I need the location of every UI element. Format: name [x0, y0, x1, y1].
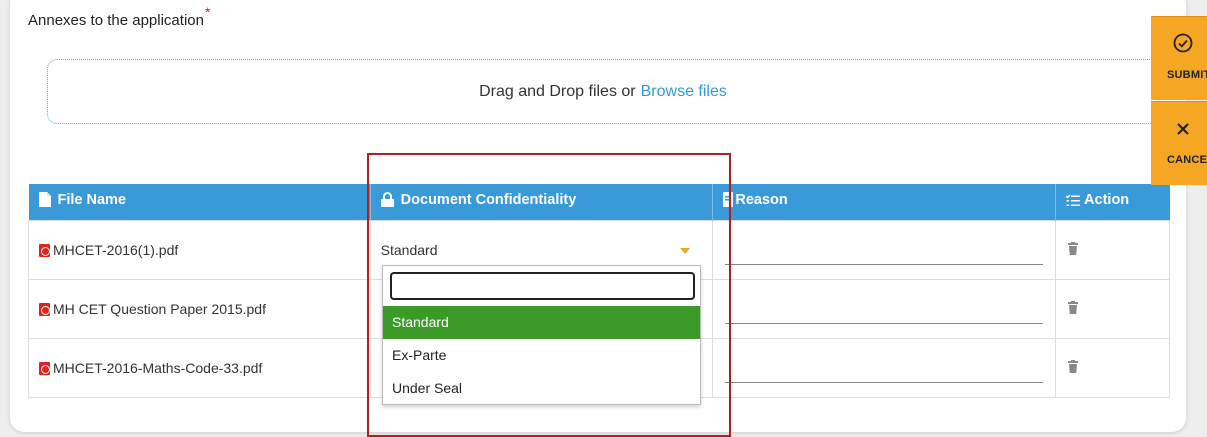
- chevron-down-icon: [680, 247, 691, 254]
- file-name: MHCET-2016(1).pdf: [53, 241, 179, 258]
- cancel-label: CANCEL: [1167, 154, 1207, 166]
- action-cell: [1055, 278, 1170, 339]
- table-header-row: File Name Document Confidentiality Reaso…: [28, 184, 1170, 220]
- reason-cell: [712, 219, 1057, 280]
- dropdown-search-input[interactable]: [390, 272, 695, 300]
- lock-icon: [380, 192, 394, 211]
- file-name: MH CET Question Paper 2015.pdf: [53, 300, 266, 317]
- pdf-icon: [39, 243, 50, 257]
- reason-input[interactable]: [725, 235, 1044, 265]
- confidentiality-dropdown: Standard Ex-Parte Under Seal: [382, 265, 701, 405]
- confidentiality-value: Standard: [380, 241, 438, 258]
- header-file-name: File Name: [28, 184, 371, 220]
- file-icon: [38, 192, 51, 211]
- cancel-button[interactable]: CANCEL: [1151, 101, 1207, 185]
- confidentiality-select[interactable]: Standard: [381, 235, 703, 265]
- header-file-name-label: File Name: [57, 192, 127, 209]
- trash-icon[interactable]: [1068, 241, 1079, 258]
- list-icon: [1065, 194, 1081, 211]
- submit-button[interactable]: SUBMIT: [1151, 16, 1207, 100]
- required-mark: *: [204, 4, 211, 20]
- header-confidentiality-label: Document Confidentiality: [400, 192, 577, 209]
- trash-icon[interactable]: [1068, 300, 1079, 317]
- file-dropzone[interactable]: Drag and Drop files or Browse files: [47, 59, 1159, 124]
- reason-input[interactable]: [725, 294, 1044, 324]
- check-circle-icon: [1173, 33, 1193, 56]
- close-icon: [1176, 122, 1190, 139]
- file-name: MHCET-2016-Maths-Code-33.pdf: [53, 359, 263, 376]
- reason-input[interactable]: [725, 353, 1044, 383]
- browse-files-link[interactable]: Browse files: [641, 83, 727, 101]
- dropdown-option-under-seal[interactable]: Under Seal: [383, 372, 700, 405]
- dropzone-text: Drag and Drop files or: [479, 82, 636, 100]
- pdf-icon: [39, 302, 50, 316]
- document-icon: [723, 192, 734, 211]
- section-title-text: Annexes to the application: [28, 12, 204, 29]
- action-cell: [1055, 337, 1170, 398]
- header-reason-label: Reason: [735, 192, 788, 209]
- section-title: Annexes to the application*: [28, 4, 210, 29]
- reason-cell: [712, 337, 1057, 398]
- submit-label: SUBMIT: [1167, 69, 1207, 81]
- file-name-cell: MH CET Question Paper 2015.pdf: [28, 278, 371, 339]
- pdf-icon: [39, 361, 50, 375]
- dropdown-option-standard[interactable]: Standard: [383, 306, 700, 339]
- file-name-cell: MHCET-2016-Maths-Code-33.pdf: [28, 337, 371, 398]
- header-reason: Reason: [712, 184, 1057, 220]
- trash-icon[interactable]: [1068, 359, 1079, 376]
- file-name-cell: MHCET-2016(1).pdf: [28, 219, 371, 280]
- dropdown-option-ex-parte[interactable]: Ex-Parte: [383, 339, 700, 372]
- header-action-label: Action: [1084, 192, 1130, 209]
- header-confidentiality: Document Confidentiality: [370, 184, 714, 220]
- header-action: Action: [1055, 184, 1170, 220]
- reason-cell: [712, 278, 1057, 339]
- action-cell: [1055, 219, 1170, 280]
